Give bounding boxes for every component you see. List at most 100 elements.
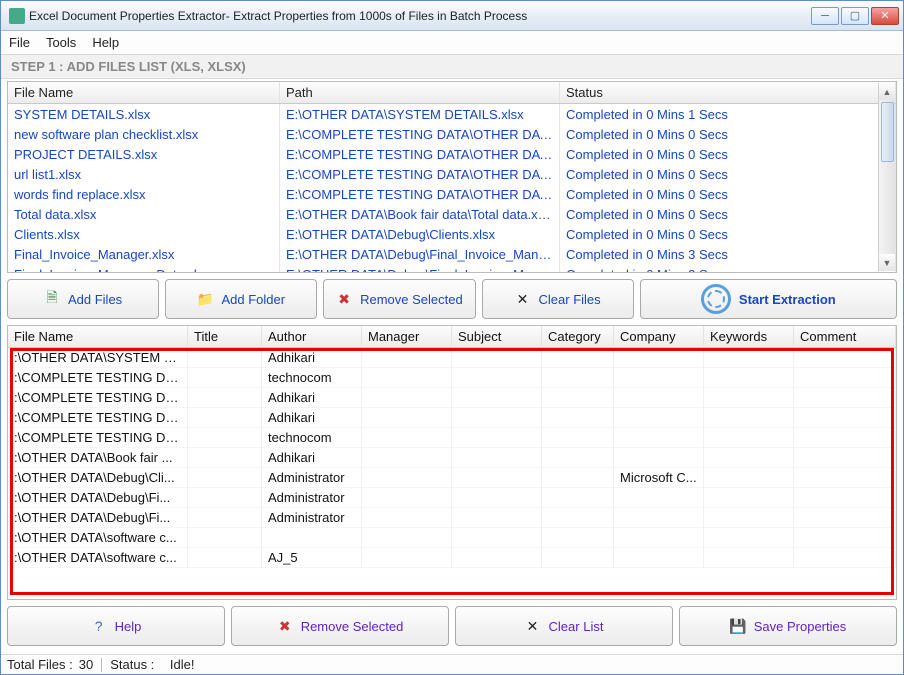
hcol-comment[interactable]: Comment: [794, 326, 896, 347]
properties-cell-author: Administrator: [262, 488, 362, 508]
menu-help[interactable]: Help: [92, 35, 119, 50]
hcol-subject[interactable]: Subject: [452, 326, 542, 347]
save-icon: 💾: [730, 618, 746, 634]
files-row[interactable]: Final_Invoice_Manager_Data.xlsxE:\OTHER …: [8, 264, 896, 272]
files-cell-path: E:\OTHER DATA\Debug\Final_Invoice_Manage…: [280, 264, 560, 272]
properties-cell-author: AJ_5: [262, 548, 362, 568]
properties-cell-keywords: [704, 548, 794, 568]
gear-icon: [701, 284, 731, 314]
files-grid[interactable]: File Name Path Status SYSTEM DETAILS.xls…: [7, 81, 897, 273]
properties-row[interactable]: :\OTHER DATA\Debug\Fi...Administrator: [8, 488, 896, 508]
remove-selected-button[interactable]: ✖Remove Selected: [323, 279, 475, 319]
clear-list-icon: ✕: [525, 618, 541, 634]
properties-cell-title: [188, 488, 262, 508]
properties-cell-comment: [794, 388, 896, 408]
files-cell-path: E:\OTHER DATA\Debug\Clients.xlsx: [280, 224, 560, 244]
close-button[interactable]: ✕: [871, 7, 899, 25]
menu-tools[interactable]: Tools: [46, 35, 76, 50]
properties-cell-manager: [362, 488, 452, 508]
properties-row[interactable]: :\OTHER DATA\Debug\Fi...Administrator: [8, 508, 896, 528]
help-button[interactable]: ?Help: [7, 606, 225, 646]
files-row[interactable]: Total data.xlsxE:\OTHER DATA\Book fair d…: [8, 204, 896, 224]
clear-files-button[interactable]: ✕Clear Files: [482, 279, 634, 319]
properties-row[interactable]: :\COMPLETE TESTING DA...Adhikari: [8, 408, 896, 428]
toolbar: 🗎Add Files 📁Add Folder ✖Remove Selected …: [7, 277, 897, 321]
properties-cell-subject: [452, 528, 542, 548]
add-files-button[interactable]: 🗎Add Files: [7, 279, 159, 319]
files-row[interactable]: words find replace.xlsxE:\COMPLETE TESTI…: [8, 184, 896, 204]
start-extraction-button[interactable]: Start Extraction: [640, 279, 897, 319]
hcol-title[interactable]: Title: [188, 326, 262, 347]
add-files-icon: 🗎: [44, 291, 60, 307]
properties-cell-company: [614, 448, 704, 468]
hcol-keywords[interactable]: Keywords: [704, 326, 794, 347]
properties-cell-category: [542, 388, 614, 408]
properties-cell-subject: [452, 548, 542, 568]
files-row[interactable]: SYSTEM DETAILS.xlsxE:\OTHER DATA\SYSTEM …: [8, 104, 896, 124]
files-row[interactable]: Clients.xlsxE:\OTHER DATA\Debug\Clients.…: [8, 224, 896, 244]
properties-cell-file_name: :\OTHER DATA\Debug\Cli...: [8, 468, 188, 488]
help-icon: ?: [91, 618, 107, 634]
remove-selected-bottom-button[interactable]: ✖Remove Selected: [231, 606, 449, 646]
files-row[interactable]: new software plan checklist.xlsxE:\COMPL…: [8, 124, 896, 144]
minimize-button[interactable]: ─: [811, 7, 839, 25]
hcol-company[interactable]: Company: [614, 326, 704, 347]
properties-cell-comment: [794, 348, 896, 368]
properties-cell-subject: [452, 368, 542, 388]
remove-selected-bottom-icon: ✖: [277, 618, 293, 634]
properties-cell-title: [188, 448, 262, 468]
save-properties-button[interactable]: 💾Save Properties: [679, 606, 897, 646]
clear-list-button[interactable]: ✕Clear List: [455, 606, 673, 646]
properties-cell-title: [188, 368, 262, 388]
hcol-file-name[interactable]: File Name: [8, 326, 188, 347]
hcol-category[interactable]: Category: [542, 326, 614, 347]
col-file-name[interactable]: File Name: [8, 82, 280, 103]
files-cell-file_name: Total data.xlsx: [8, 204, 280, 224]
files-row[interactable]: url list1.xlsxE:\COMPLETE TESTING DATA\O…: [8, 164, 896, 184]
properties-row[interactable]: :\OTHER DATA\Debug\Cli...AdministratorMi…: [8, 468, 896, 488]
properties-cell-manager: [362, 428, 452, 448]
files-cell-status: Completed in 0 Mins 2 Secs: [560, 264, 896, 272]
menu-file[interactable]: File: [9, 35, 30, 50]
files-row[interactable]: PROJECT DETAILS.xlsxE:\COMPLETE TESTING …: [8, 144, 896, 164]
properties-cell-category: [542, 448, 614, 468]
files-cell-path: E:\OTHER DATA\Debug\Final_Invoice_Manage…: [280, 244, 560, 264]
maximize-button[interactable]: ▢: [841, 7, 869, 25]
files-row[interactable]: Final_Invoice_Manager.xlsxE:\OTHER DATA\…: [8, 244, 896, 264]
col-path[interactable]: Path: [280, 82, 560, 103]
properties-cell-category: [542, 468, 614, 488]
properties-cell-author: Adhikari: [262, 448, 362, 468]
properties-cell-keywords: [704, 508, 794, 528]
properties-grid[interactable]: File Name Title Author Manager Subject C…: [7, 325, 897, 600]
properties-row[interactable]: :\OTHER DATA\Book fair ...Adhikari: [8, 448, 896, 468]
properties-grid-body[interactable]: :\OTHER DATA\SYSTEM D...Adhikari:\COMPLE…: [8, 348, 896, 599]
properties-row[interactable]: :\OTHER DATA\SYSTEM D...Adhikari: [8, 348, 896, 368]
window-buttons: ─ ▢ ✕: [811, 7, 899, 25]
hcol-author[interactable]: Author: [262, 326, 362, 347]
status-total-value: 30: [79, 657, 93, 672]
files-grid-body[interactable]: SYSTEM DETAILS.xlsxE:\OTHER DATA\SYSTEM …: [8, 104, 896, 272]
scroll-down-icon[interactable]: ▼: [879, 254, 895, 271]
properties-cell-comment: [794, 488, 896, 508]
hcol-manager[interactable]: Manager: [362, 326, 452, 347]
files-cell-status: Completed in 0 Mins 0 Secs: [560, 184, 896, 204]
properties-cell-subject: [452, 388, 542, 408]
files-grid-header: File Name Path Status: [8, 82, 896, 104]
properties-cell-comment: [794, 428, 896, 448]
files-cell-file_name: SYSTEM DETAILS.xlsx: [8, 104, 280, 124]
properties-cell-category: [542, 508, 614, 528]
files-cell-file_name: words find replace.xlsx: [8, 184, 280, 204]
properties-row[interactable]: :\OTHER DATA\software c...AJ_5: [8, 548, 896, 568]
properties-row[interactable]: :\COMPLETE TESTING DA...technocom: [8, 368, 896, 388]
add-folder-button[interactable]: 📁Add Folder: [165, 279, 317, 319]
scroll-thumb[interactable]: [881, 102, 894, 162]
properties-row[interactable]: :\COMPLETE TESTING DA...Adhikari: [8, 388, 896, 408]
properties-row[interactable]: :\COMPLETE TESTING DA...technocom: [8, 428, 896, 448]
col-status[interactable]: Status: [560, 82, 896, 103]
properties-row[interactable]: :\OTHER DATA\software c...: [8, 528, 896, 548]
properties-cell-comment: [794, 548, 896, 568]
properties-cell-category: [542, 528, 614, 548]
files-scrollbar[interactable]: ▲ ▼: [878, 83, 895, 271]
properties-cell-manager: [362, 508, 452, 528]
scroll-up-icon[interactable]: ▲: [879, 83, 895, 100]
